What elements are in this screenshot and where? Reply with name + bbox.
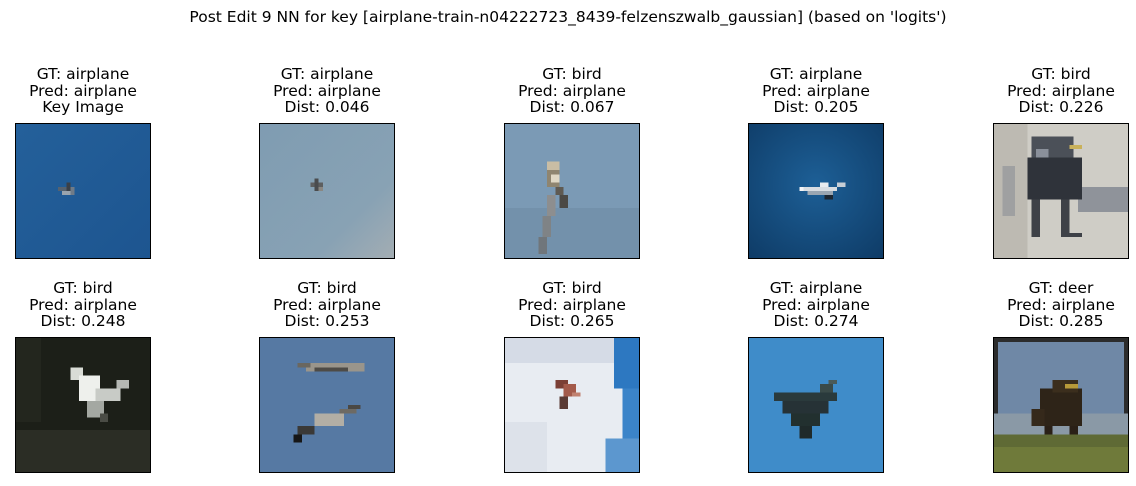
pred-label: Pred: airplane xyxy=(518,81,626,100)
panel-caption: GT: bird Pred: airplane Dist: 0.226 xyxy=(953,66,1136,116)
thumbnail-image xyxy=(993,123,1129,259)
dist-label: Dist: 0.205 xyxy=(773,98,859,116)
gt-label: GT: airplane xyxy=(36,65,130,83)
gt-label: GT: bird xyxy=(53,279,113,297)
panel-caption: GT: airplane Pred: airplane Key Image xyxy=(0,66,191,116)
thumbnail-image xyxy=(259,123,395,259)
dist-label: Dist: 0.265 xyxy=(529,312,615,330)
dist-label: Dist: 0.253 xyxy=(284,312,370,330)
panel-caption: GT: airplane Pred: airplane Dist: 0.274 xyxy=(708,280,924,330)
pred-label: Pred: airplane xyxy=(29,295,137,314)
dist-label: Dist: 0.285 xyxy=(1018,312,1104,330)
panel-caption: GT: deer Pred: airplane Dist: 0.285 xyxy=(953,280,1136,330)
thumbnail-image xyxy=(748,123,884,259)
pred-label: Pred: airplane xyxy=(273,295,381,314)
thumbnail-image xyxy=(993,337,1129,473)
dist-label: Dist: 0.067 xyxy=(529,98,615,116)
thumbnail-image xyxy=(15,123,151,259)
gt-label: GT: airplane xyxy=(280,65,374,83)
panel-caption: GT: airplane Pred: airplane Dist: 0.046 xyxy=(219,66,435,116)
pred-label: Pred: airplane xyxy=(1007,81,1115,100)
pred-label: Pred: airplane xyxy=(273,81,381,100)
dist-label: Dist: 0.046 xyxy=(284,98,370,116)
gt-label: GT: airplane xyxy=(769,279,863,297)
pred-label: Pred: airplane xyxy=(762,295,870,314)
key-image-label: Key Image xyxy=(42,98,124,116)
gt-label: GT: bird xyxy=(297,279,357,297)
pred-label: Pred: airplane xyxy=(518,295,626,314)
panel-caption: GT: bird Pred: airplane Dist: 0.067 xyxy=(464,66,680,116)
dist-label: Dist: 0.226 xyxy=(1018,98,1104,116)
gt-label: GT: deer xyxy=(1028,279,1094,297)
gt-label: GT: bird xyxy=(542,279,602,297)
pred-label: Pred: airplane xyxy=(762,81,870,100)
dist-label: Dist: 0.274 xyxy=(773,312,859,330)
thumbnail-image xyxy=(15,337,151,473)
figure-title: Post Edit 9 NN for key [airplane-train-n… xyxy=(189,8,947,26)
pred-label: Pred: airplane xyxy=(29,81,137,100)
thumbnail-image xyxy=(259,337,395,473)
dist-label: Dist: 0.248 xyxy=(40,312,126,330)
thumbnail-image xyxy=(748,337,884,473)
gt-label: GT: bird xyxy=(542,65,602,83)
panel-caption: GT: bird Pred: airplane Dist: 0.253 xyxy=(219,280,435,330)
pred-label: Pred: airplane xyxy=(1007,295,1115,314)
gt-label: GT: bird xyxy=(1031,65,1091,83)
panel-caption: GT: airplane Pred: airplane Dist: 0.205 xyxy=(708,66,924,116)
thumbnail-image xyxy=(504,123,640,259)
thumbnail-image xyxy=(504,337,640,473)
panel-caption: GT: bird Pred: airplane Dist: 0.248 xyxy=(0,280,191,330)
gt-label: GT: airplane xyxy=(769,65,863,83)
panel-caption: GT: bird Pred: airplane Dist: 0.265 xyxy=(464,280,680,330)
